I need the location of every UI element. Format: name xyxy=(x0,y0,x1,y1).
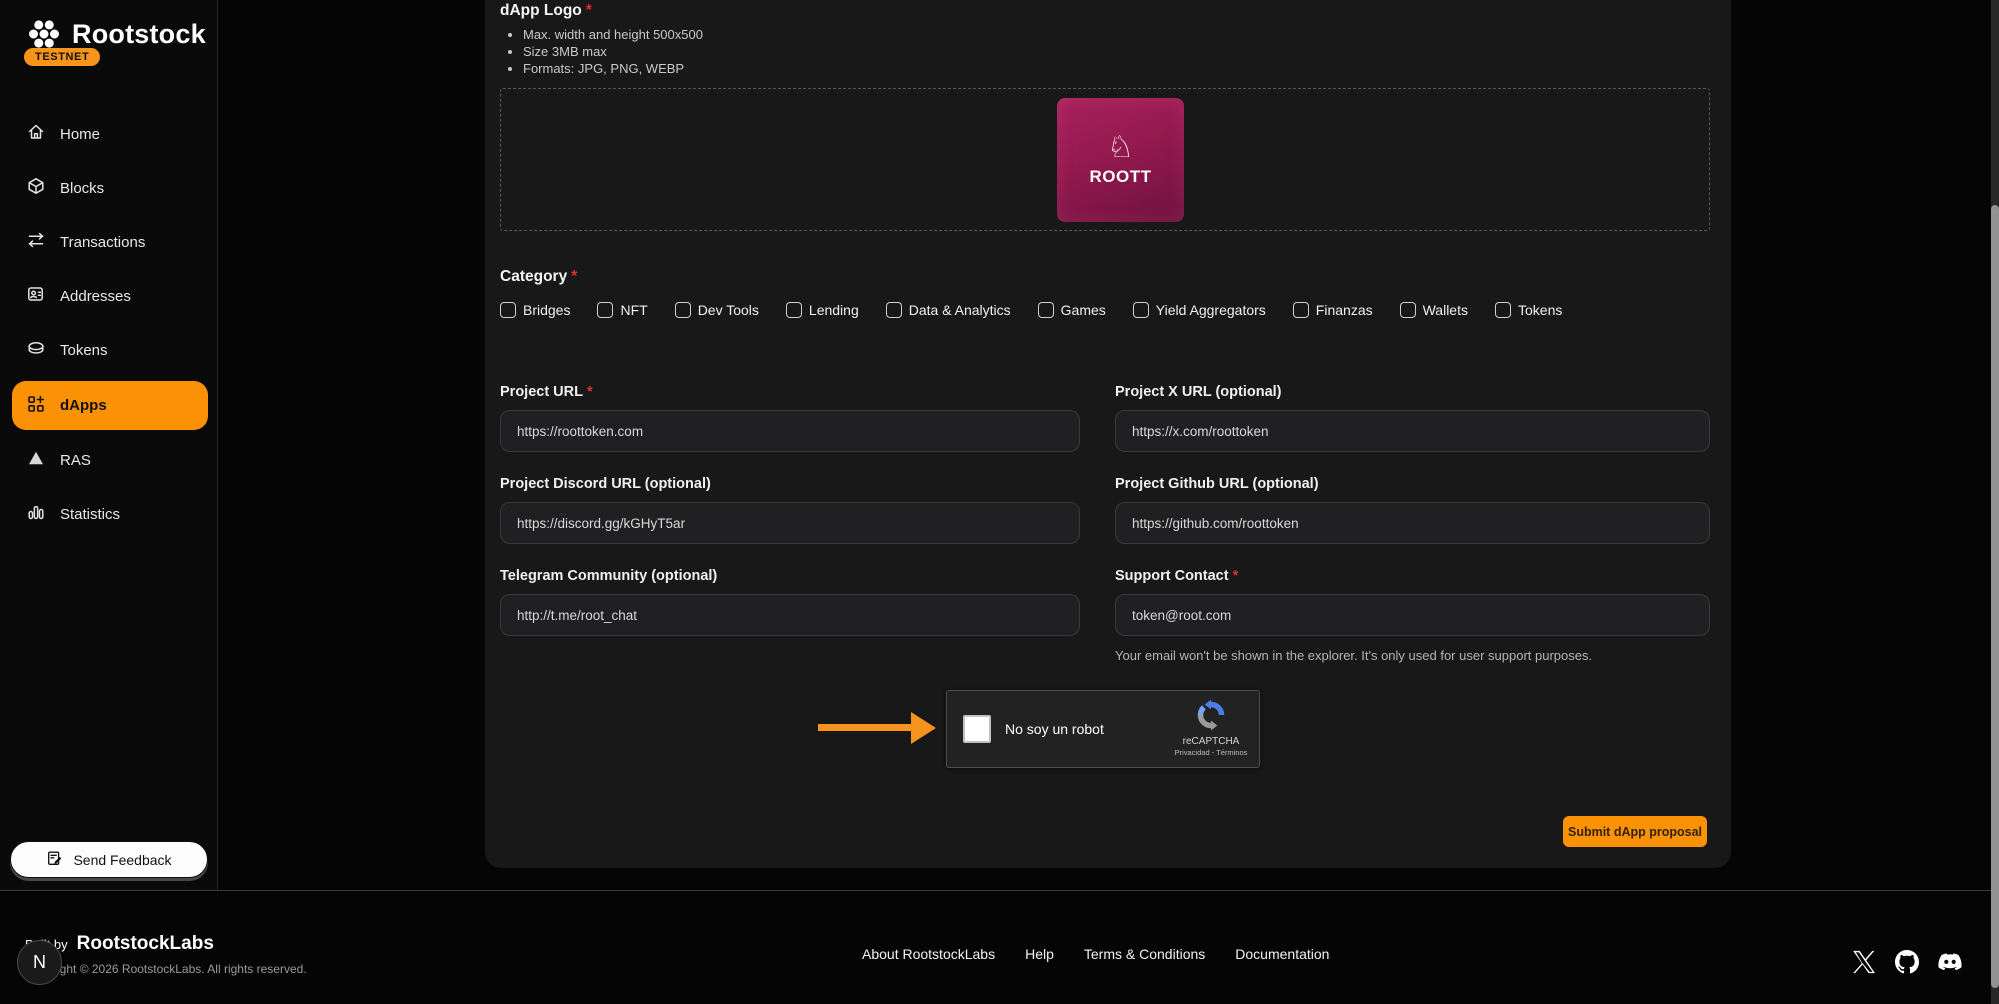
project-discord-url-input[interactable] xyxy=(500,502,1080,544)
checkbox-box[interactable] xyxy=(1400,302,1416,318)
project-url-input[interactable] xyxy=(500,410,1080,452)
checkbox-box[interactable] xyxy=(1495,302,1511,318)
footer-divider xyxy=(0,890,1999,891)
testnet-badge: TESTNET xyxy=(24,48,100,66)
checkbox-wallets[interactable]: Wallets xyxy=(1400,302,1468,318)
logo-preview[interactable]: ♘ ROOTT xyxy=(1057,98,1184,222)
field-project-x-url: Project X URL (optional) xyxy=(1115,384,1710,452)
checkbox-tokens[interactable]: Tokens xyxy=(1495,302,1562,318)
checkbox-box[interactable] xyxy=(500,302,516,318)
logo-upload-dropzone[interactable]: ♘ ROOTT xyxy=(500,88,1710,231)
sidebar-item-ras[interactable]: RAS xyxy=(12,438,208,482)
field-telegram-community: Telegram Community (optional) xyxy=(500,568,1080,636)
recaptcha-privacy-terms[interactable]: Privacidad - Términos xyxy=(1173,748,1249,757)
n-widget-badge[interactable]: N xyxy=(17,940,62,985)
category-label: Category* xyxy=(500,268,577,286)
dapp-proposal-form-panel: dApp Logo* Max. width and height 500x500… xyxy=(485,0,1731,868)
scrollbar-thumb[interactable] xyxy=(1991,205,1999,988)
discord-icon[interactable] xyxy=(1938,950,1962,974)
telegram-community-input[interactable] xyxy=(500,594,1080,636)
required-asterisk: * xyxy=(587,384,593,400)
field-project-github-url: Project Github URL (optional) xyxy=(1115,476,1710,544)
project-github-url-input[interactable] xyxy=(1115,502,1710,544)
copyright: Copyright © 2026 RootstockLabs. All righ… xyxy=(25,962,307,976)
sidebar-item-tokens[interactable]: Tokens xyxy=(12,328,208,372)
sidebar-item-blocks[interactable]: Blocks xyxy=(12,166,208,210)
dapp-logo-label: dApp Logo* xyxy=(500,2,592,20)
required-asterisk: * xyxy=(586,2,592,19)
field-project-url: Project URL* xyxy=(500,384,1080,452)
sidebar: Rootstock TESTNET Home Blocks Transactio… xyxy=(0,0,218,890)
home-icon xyxy=(26,122,46,146)
recaptcha-icon xyxy=(1195,718,1227,735)
recaptcha-logo: reCAPTCHA Privacidad - Términos xyxy=(1173,699,1249,757)
social-links xyxy=(1852,950,1962,974)
x-icon[interactable] xyxy=(1852,950,1876,974)
dapps-icon xyxy=(26,394,46,418)
support-contact-input[interactable] xyxy=(1115,594,1710,636)
statistics-icon xyxy=(26,502,46,526)
required-asterisk: * xyxy=(571,268,577,285)
pointer-arrow xyxy=(818,724,911,731)
checkbox-box[interactable] xyxy=(786,302,802,318)
footer-brand[interactable]: RootstockLabs xyxy=(77,933,214,955)
checkbox-games[interactable]: Games xyxy=(1038,302,1106,318)
ras-icon xyxy=(26,448,46,472)
send-feedback-button[interactable]: Send Feedback xyxy=(10,841,208,878)
checkbox-data-analytics[interactable]: Data & Analytics xyxy=(886,302,1011,318)
footer-link-documentation[interactable]: Documentation xyxy=(1235,946,1329,962)
checkbox-box[interactable] xyxy=(1038,302,1054,318)
footer-link-about[interactable]: About RootstockLabs xyxy=(862,946,995,962)
category-options: Bridges NFT Dev Tools Lending Data & Ana… xyxy=(500,302,1562,318)
checkbox-box[interactable] xyxy=(1293,302,1309,318)
checkbox-yield-aggregators[interactable]: Yield Aggregators xyxy=(1133,302,1266,318)
knight-icon: ♘ xyxy=(1107,133,1134,163)
sidebar-item-dapps[interactable]: dApps xyxy=(12,381,208,430)
checkbox-box[interactable] xyxy=(597,302,613,318)
checkbox-nft[interactable]: NFT xyxy=(597,302,647,318)
brand-name: Rootstock xyxy=(72,19,206,50)
required-asterisk: * xyxy=(1233,568,1239,584)
footer-links: About RootstockLabs Help Terms & Conditi… xyxy=(862,946,1329,962)
logo-requirements-list: Max. width and height 500x500 Size 3MB m… xyxy=(507,26,703,77)
sidebar-item-home[interactable]: Home xyxy=(12,112,208,156)
addresses-icon xyxy=(26,284,46,308)
checkbox-finanzas[interactable]: Finanzas xyxy=(1293,302,1373,318)
checkbox-box[interactable] xyxy=(1133,302,1149,318)
project-x-url-input[interactable] xyxy=(1115,410,1710,452)
checkbox-dev-tools[interactable]: Dev Tools xyxy=(675,302,759,318)
recaptcha-widget: No soy un robot reCAPTCHA Privacidad - T… xyxy=(946,690,1260,768)
sidebar-item-transactions[interactable]: Transactions xyxy=(12,220,208,264)
checkbox-box[interactable] xyxy=(886,302,902,318)
sidebar-item-addresses[interactable]: Addresses xyxy=(12,274,208,318)
submit-dapp-proposal-button[interactable]: Submit dApp proposal xyxy=(1563,816,1707,847)
feedback-pencil-icon xyxy=(46,849,64,870)
transactions-icon xyxy=(26,230,46,254)
pointer-arrow-head xyxy=(911,712,936,744)
checkbox-bridges[interactable]: Bridges xyxy=(500,302,570,318)
github-icon[interactable] xyxy=(1895,950,1919,974)
recaptcha-label: No soy un robot xyxy=(1005,721,1104,737)
sidebar-item-statistics[interactable]: Statistics xyxy=(12,492,208,536)
recaptcha-checkbox[interactable] xyxy=(963,715,991,743)
footer-link-help[interactable]: Help xyxy=(1025,946,1054,962)
checkbox-box[interactable] xyxy=(675,302,691,318)
field-support-contact: Support Contact* Your email won't be sho… xyxy=(1115,568,1710,663)
tokens-icon xyxy=(26,338,46,362)
blocks-icon xyxy=(26,176,46,200)
footer-link-terms[interactable]: Terms & Conditions xyxy=(1084,946,1205,962)
field-project-discord-url: Project Discord URL (optional) xyxy=(500,476,1080,544)
support-contact-helper: Your email won't be shown in the explore… xyxy=(1115,648,1710,663)
checkbox-lending[interactable]: Lending xyxy=(786,302,859,318)
